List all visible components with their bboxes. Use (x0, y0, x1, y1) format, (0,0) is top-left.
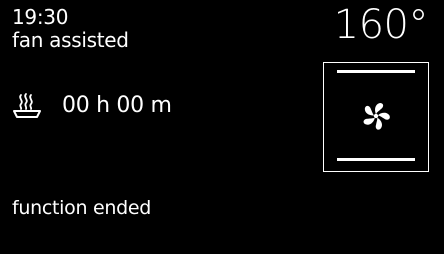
top-heating-element (337, 70, 415, 73)
timer-duration[interactable]: 00 h 00 m (62, 93, 172, 119)
status-message: function ended (12, 197, 151, 219)
bottom-heating-element (337, 158, 415, 161)
temperature-readout[interactable]: 160° (334, 2, 429, 48)
dish-steam-icon (13, 93, 41, 118)
clock-time: 19:30 (12, 5, 69, 29)
cooking-mode-label[interactable]: fan assisted (12, 29, 129, 51)
fan-icon (363, 103, 390, 130)
oven-display: 19:30 fan assisted 160° 00 h 00 m functi… (0, 0, 444, 254)
oven-heating-indicator (323, 62, 429, 172)
